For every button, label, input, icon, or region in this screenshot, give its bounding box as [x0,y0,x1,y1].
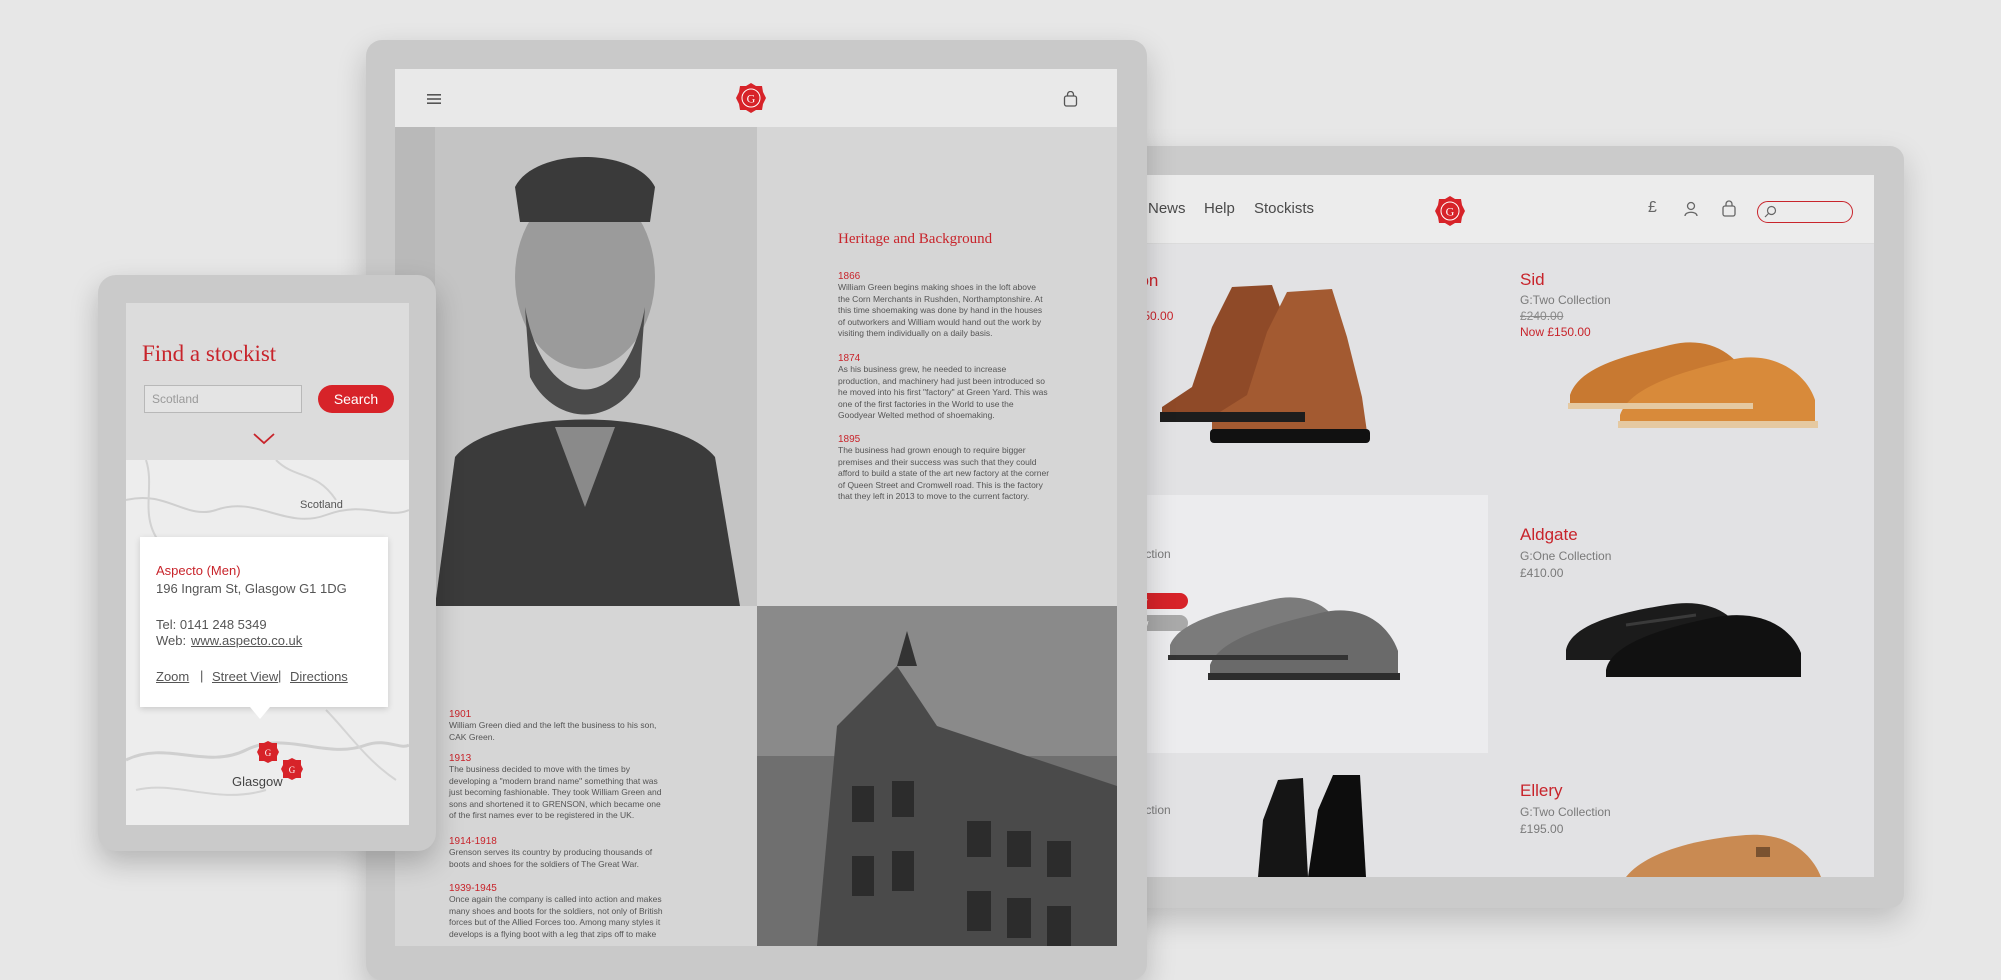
store-web-link[interactable]: www.aspecto.co.uk [191,633,302,648]
timeline-entry: 1914-1918 Grenson serves its country by … [449,836,669,870]
product-name[interactable]: Sid [1520,270,1545,290]
timeline-entry: 1913 The business decided to move with t… [449,753,669,822]
location-search-input[interactable]: Scotland [144,385,302,413]
bag-icon[interactable] [1721,200,1737,217]
timeline-year: 1874 [838,353,861,364]
timeline-year: 1866 [838,271,861,282]
stockist-title: Find a stockist [142,341,277,366]
timeline-text: Once again the company is called into ac… [449,894,663,939]
founder-portrait-image [395,127,757,606]
timeline-entry: 1939-1945 Once again the company is call… [449,883,669,940]
map-zoom-link[interactable]: Zoom [156,669,189,684]
product-collection: G:Two Collection [1520,805,1611,819]
product-name[interactable]: Aldgate [1520,525,1578,545]
chevron-down-icon[interactable] [253,433,275,445]
timeline-text: The business decided to move with the ti… [449,764,662,820]
street-view-link[interactable]: Street View [212,669,278,684]
heritage-heading: Heritage and Background [838,231,993,247]
timeline-year: 1939-1945 [449,883,497,894]
store-address: 196 Ingram St, Glasgow G1 1DG [156,581,347,596]
nav-help-link[interactable]: Help [1204,200,1235,217]
nav-news-link[interactable]: News [1148,200,1186,217]
store-web-prefix: Web: [156,633,187,648]
link-divider: | [200,668,204,683]
product-price: £195.00 [1520,822,1564,836]
brand-logo-letter: G [1446,205,1455,219]
timeline-text: William Green died and the left the busi… [449,720,657,742]
timeline-entry: 1866 William Green begins making shoes i… [838,271,1050,340]
timeline-year: 1914-1918 [449,836,497,847]
bag-icon[interactable] [1063,91,1078,107]
link-divider: | [278,668,282,683]
derby-shoe-image[interactable] [1160,565,1420,695]
currency-selector[interactable]: £ [1648,199,1657,217]
location-search-value: Scotland [152,392,199,406]
tablet-header: G [395,69,1117,127]
map-city-label: Glasgow [232,774,283,789]
account-icon[interactable] [1683,201,1699,217]
monk-shoe-image[interactable] [1626,827,1826,877]
map-pin-letter: G [289,765,296,775]
timeline-year: 1895 [838,434,861,445]
timeline-year: 1913 [449,753,472,764]
phone-screen: Find a stockist Scotland Search Scotland… [126,303,409,825]
store-phone[interactable]: Tel: 0141 248 5349 [156,617,267,632]
product-collection: G:One Collection [1520,549,1612,563]
desktop-search-input[interactable] [1757,201,1853,223]
store-name: Aspecto (Men) [156,563,241,578]
brand-logo-letter: G [747,92,756,106]
nav-stockists-link[interactable]: Stockists [1254,200,1314,217]
timeline-entry: 1901 William Green died and the left the… [449,709,669,743]
directions-link[interactable]: Directions [290,669,348,684]
product-name[interactable]: Ellery [1520,781,1563,801]
search-button[interactable]: Search [318,385,394,413]
timeline-entry: 1895 The business had grown enough to re… [838,434,1050,503]
timeline-text: Grenson serves its country by producing … [449,847,653,869]
brand-logo-icon[interactable]: G [735,82,767,114]
loafer-image[interactable] [1556,565,1826,695]
product-old-price: £240.00 [1520,309,1564,323]
timeline-text: William Green begins making shoes in the… [838,282,1043,338]
card-pointer [250,707,270,719]
timeline-entry: 1874 As his business grew, he needed to … [838,353,1050,422]
desktop-screen: News Help Stockists G £ eon 00 £150.00 [1118,175,1874,877]
boot-image[interactable] [1152,267,1442,457]
timeline-text: As his business grew, he needed to incre… [838,364,1048,420]
timeline-text: The business had grown enough to require… [838,445,1050,501]
desktop-header: News Help Stockists G £ [1118,175,1874,244]
search-icon [1764,205,1777,218]
black-boot-image[interactable] [1248,770,1388,877]
map-region-label: Scotland [300,499,343,511]
timeline-year: 1901 [449,709,472,720]
map-pin-icon[interactable]: G [256,740,280,764]
brand-logo-icon[interactable]: G [1434,195,1466,227]
map-pin-icon[interactable]: G [280,757,304,781]
hamburger-menu-icon[interactable] [427,93,441,105]
factory-building-image [757,606,1117,946]
tablet-screen: G Heritage and Background 1866 William G… [395,69,1117,946]
stockist-info-card: Aspecto (Men) 196 Ingram St, Glasgow G1 … [140,537,388,719]
brogue-image[interactable] [1560,305,1840,445]
map-pin-letter: G [265,748,272,758]
